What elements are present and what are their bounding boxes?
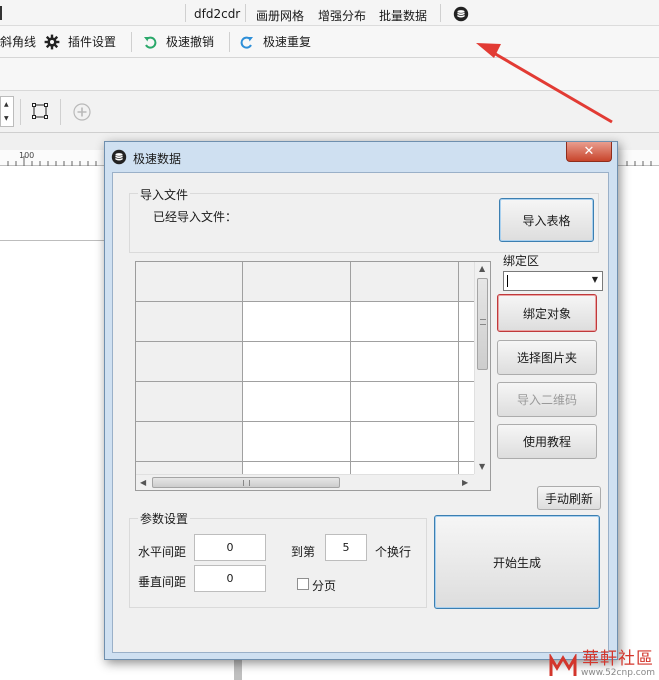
- fast-data-dialog: 极速数据 ✕ 导入文件 已经导入文件： 导入表格 ▲ ▼ ◀ ▶ 绑定区 ▼ 绑…: [104, 141, 618, 660]
- tutorial-button[interactable]: 使用教程: [497, 424, 597, 459]
- dialog-body: 导入文件 已经导入文件： 导入表格 ▲ ▼ ◀ ▶ 绑定区 ▼ 绑定对象 选择图…: [112, 172, 609, 653]
- import-qr-code-button[interactable]: 导入二维码: [497, 382, 597, 417]
- grid-cell[interactable]: [351, 382, 459, 422]
- grid-column-header[interactable]: [243, 262, 351, 302]
- horizontal-scroll-thumb[interactable]: [152, 477, 340, 488]
- select-image-folder-button[interactable]: 选择图片夹: [497, 340, 597, 375]
- vertical-spacing-label: 垂直间距: [138, 575, 187, 589]
- wrap-count-value: 5: [342, 541, 350, 554]
- scroll-down-icon[interactable]: ▼: [479, 462, 485, 471]
- wrap-suffix-label: 个换行: [375, 545, 412, 559]
- grid-cell[interactable]: [351, 422, 459, 462]
- params-group: [129, 518, 427, 608]
- vertical-spacing-input[interactable]: 0: [194, 565, 266, 592]
- scroll-corner: [474, 474, 490, 490]
- wrap-prefix-label: 到第: [291, 545, 316, 559]
- data-grid[interactable]: ▲ ▼ ◀ ▶: [135, 261, 491, 491]
- dialog-app-icon: [111, 149, 127, 165]
- vertical-spacing-value: 0: [226, 572, 234, 585]
- scroll-right-icon[interactable]: ▶: [462, 478, 468, 487]
- grid-row-header[interactable]: [136, 302, 243, 342]
- horizontal-spacing-input[interactable]: 0: [194, 534, 266, 561]
- grid-row-header[interactable]: [136, 422, 243, 462]
- horizontal-spacing-value: 0: [226, 541, 234, 554]
- dialog-titlebar[interactable]: 极速数据 ✕: [105, 142, 617, 172]
- horizontal-spacing-label: 水平间距: [138, 545, 187, 559]
- grid-row-header[interactable]: [136, 382, 243, 422]
- bind-area-label: 绑定区: [503, 254, 540, 268]
- scroll-up-icon[interactable]: ▲: [479, 264, 485, 273]
- grid-row-header[interactable]: [136, 342, 243, 382]
- thumb-grip: [480, 319, 486, 325]
- watermark-logo-icon: [549, 654, 577, 676]
- manual-refresh-button[interactable]: 手动刷新: [537, 486, 601, 510]
- bind-object-button[interactable]: 绑定对象: [497, 294, 597, 332]
- grid-corner-cell: [136, 262, 243, 302]
- chevron-down-icon[interactable]: ▼: [592, 275, 598, 284]
- thumb-grip: [243, 480, 250, 486]
- grid-column-header[interactable]: [351, 262, 459, 302]
- site-watermark: 華軒社區 www.52cnp.com: [549, 650, 655, 678]
- start-generate-button[interactable]: 开始生成: [434, 515, 600, 609]
- paging-checkbox[interactable]: [297, 578, 309, 590]
- bind-area-combo[interactable]: ▼: [503, 271, 603, 291]
- imported-file-label: 已经导入文件：: [153, 210, 238, 224]
- grid-cell[interactable]: [243, 302, 351, 342]
- vertical-scroll-thumb[interactable]: [477, 278, 488, 370]
- paging-label: 分页: [312, 579, 337, 593]
- grid-vertical-scrollbar[interactable]: ▲ ▼: [474, 262, 490, 475]
- dialog-title: 极速数据: [133, 152, 182, 166]
- grid-cell[interactable]: [351, 302, 459, 342]
- watermark-url: www.52cnp.com: [580, 668, 655, 678]
- import-table-button[interactable]: 导入表格: [499, 198, 594, 242]
- close-icon: ✕: [583, 144, 595, 159]
- params-group-title: 参数设置: [138, 510, 191, 527]
- text-caret: [507, 275, 508, 287]
- scroll-left-icon[interactable]: ◀: [140, 478, 146, 487]
- import-group-title: 导入文件: [138, 186, 191, 203]
- wrap-count-input[interactable]: 5: [325, 534, 367, 561]
- grid-cell[interactable]: [243, 422, 351, 462]
- grid-cell[interactable]: [243, 342, 351, 382]
- grid-horizontal-scrollbar[interactable]: ◀ ▶: [136, 474, 475, 490]
- grid-cell[interactable]: [243, 382, 351, 422]
- watermark-brand: 華軒社區: [581, 649, 654, 669]
- close-button[interactable]: ✕: [566, 142, 612, 162]
- grid-cell[interactable]: [351, 342, 459, 382]
